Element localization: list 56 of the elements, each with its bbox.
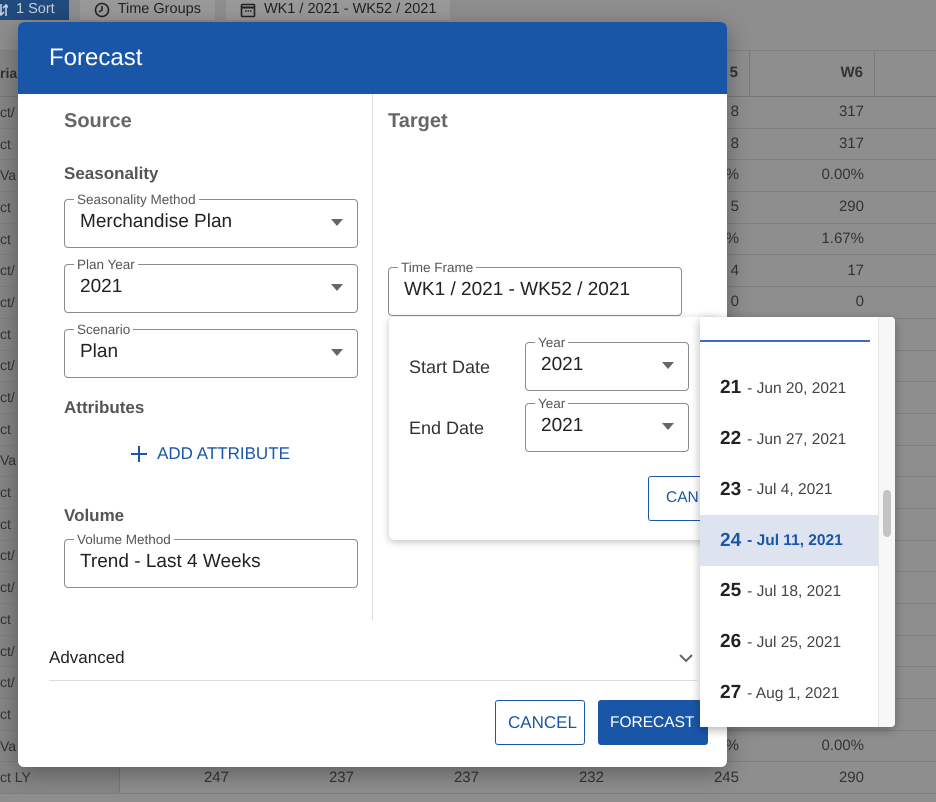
forecast-button[interactable]: FORECAST [598, 700, 708, 745]
text-field[interactable]: Volume Method Trend - Last 4 Weeks [64, 533, 358, 588]
plus-icon [131, 446, 148, 462]
table-cell-text: 245 [712, 768, 740, 788]
table-cell-text: 290 [838, 197, 865, 218]
field-value: 2021 [541, 352, 584, 376]
field-label: Year [537, 336, 566, 348]
scrollbar-thumb[interactable] [883, 490, 891, 537]
table-cell-text: 237 [452, 768, 480, 788]
sort-icon [0, 3, 8, 17]
table-cell-text: 8 [730, 134, 740, 154]
table-cell-text: 247 [202, 768, 230, 788]
table-cell-text: 1.67% [820, 228, 865, 249]
cancel-button[interactable]: CANCEL [495, 700, 585, 745]
field-label: Time Frame [400, 260, 474, 274]
cancel-button[interactable]: CAN [648, 476, 701, 520]
table-cell-text: 8 [730, 102, 740, 122]
chevron-icon [679, 654, 693, 662]
section-heading: Target [388, 109, 449, 133]
toolbar-button[interactable]: 1 Sort [0, 0, 69, 20]
field-label: Year [537, 396, 566, 410]
toolbar-button[interactable]: Time Groups [80, 0, 215, 20]
caret-icon [331, 284, 343, 290]
scrollbar[interactable] [878, 317, 895, 727]
caret-icon [662, 422, 674, 430]
select-field[interactable]: Year 2021 [525, 396, 689, 452]
field-value: WK1 / 2021 - WK52 / 2021 [404, 278, 630, 302]
table-cell-text: 290 [838, 768, 865, 788]
table-cell-text: 232 [578, 768, 605, 788]
clock-icon [94, 2, 110, 18]
date-label: Start Date [409, 356, 492, 378]
advanced-expander[interactable]: Advanced [49, 636, 697, 681]
date-label: End Date [409, 416, 486, 440]
field-value: 2021 [541, 414, 584, 438]
table-cell-text: 317 [838, 102, 865, 122]
select-field[interactable]: Scenario Plan [64, 322, 358, 378]
table-cell-text: 237 [328, 768, 355, 788]
select-field[interactable]: Plan Year 2021 [64, 258, 358, 312]
caret-icon [331, 348, 343, 356]
table-cell-text: 5 [730, 197, 740, 218]
list-option[interactable]: 24 - Jul 11, 2021 [700, 515, 878, 566]
calendar-icon [240, 2, 256, 18]
table-cell-text: 0.00% [820, 736, 865, 756]
toolbar-button[interactable]: WK1 / 2021 - WK52 / 2021 [226, 0, 450, 20]
table-cell-text: 0.00% [820, 165, 865, 186]
add-attribute-button[interactable]: ADD ATTRIBUTE [125, 436, 296, 472]
table-cell-text: 0 [854, 292, 865, 312]
select-field[interactable]: Year 2021 [525, 336, 689, 390]
table-cell-text: 4 [730, 260, 740, 281]
caret-icon [331, 219, 343, 226]
column-header: W6 [750, 51, 875, 96]
select-field[interactable]: Seasonality Method Merchandise Plan [64, 193, 358, 248]
text-field[interactable]: Time Frame WK1 / 2021 - WK52 / 2021 [388, 260, 682, 316]
table-cell-text: 17 [846, 260, 865, 281]
table-cell-text: 317 [838, 134, 865, 154]
caret-icon [662, 362, 674, 368]
